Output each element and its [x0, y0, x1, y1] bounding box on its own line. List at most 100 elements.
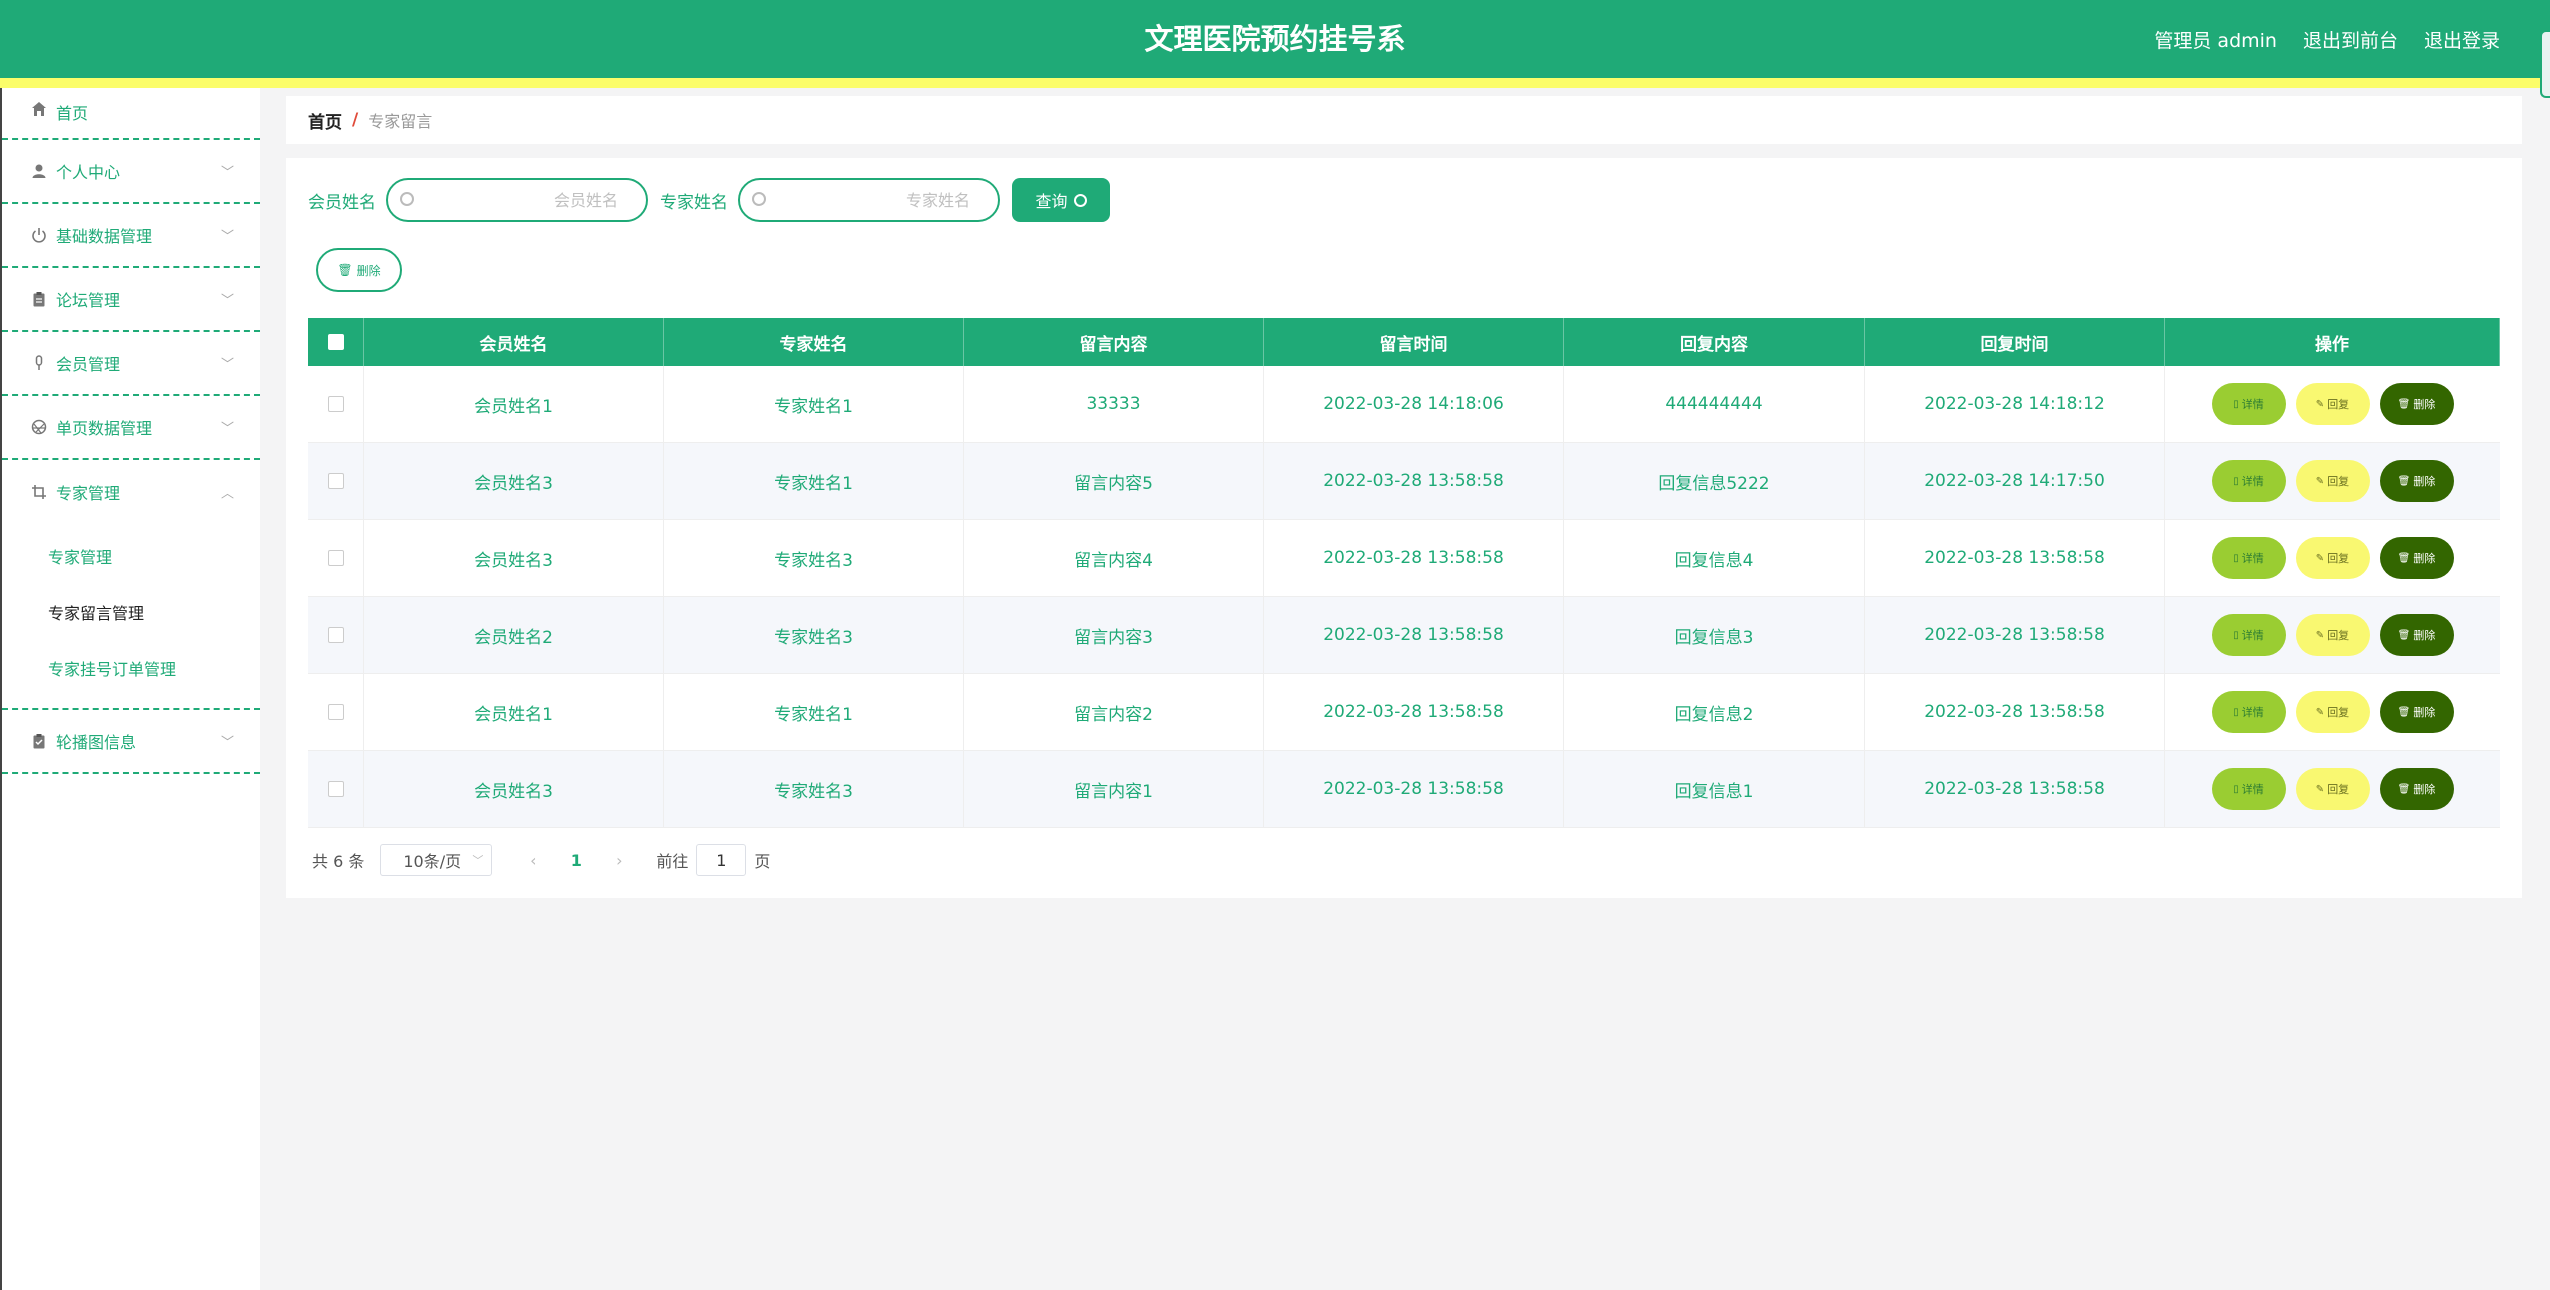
page-number[interactable]: 1 — [548, 851, 604, 870]
goto-suffix: 页 — [754, 852, 771, 871]
sidebar-item-label: 论坛管理 — [56, 291, 121, 310]
submenu-item-expert-messages[interactable]: 专家留言管理 — [2, 586, 260, 642]
search-icon — [400, 192, 414, 206]
sidebar-item-personal-center[interactable]: 个人中心 ﹀ — [2, 140, 260, 204]
delete-button[interactable]: 🗑 删除 — [2379, 383, 2454, 425]
row-select-cell[interactable] — [308, 751, 364, 827]
prev-page-button[interactable]: ‹ — [518, 851, 548, 870]
detail-button[interactable]: ▯ 详情 — [2211, 768, 2286, 810]
details-icon: ▯ — [2233, 783, 2239, 795]
delete-button[interactable]: 🗑 删除 — [2379, 768, 2454, 810]
row-checkbox[interactable] — [327, 396, 344, 412]
table-row: 会员姓名1 专家姓名1 33333 2022-03-28 14:18:06 444444… — [308, 366, 2500, 443]
sidebar-item-carousel[interactable]: 轮播图信息 ﹀ — [2, 710, 260, 774]
table-row: 会员姓名1 专家姓名1 留言内容2 2022-03-28 13:58:58 回复信息2 2… — [308, 674, 2500, 751]
reply-button[interactable]: ✎ 回复 — [2295, 691, 2370, 733]
row-select-cell[interactable] — [308, 520, 364, 596]
sidebar-item-label: 单页数据管理 — [56, 419, 153, 438]
details-icon: ▯ — [2233, 475, 2239, 487]
row-checkbox[interactable] — [327, 550, 344, 566]
chevron-down-icon: ﹀ — [220, 735, 234, 751]
exit-to-front-link[interactable]: 退出到前台 — [2303, 26, 2398, 53]
table-cell: 2022-03-28 13:58:58 — [1865, 751, 2165, 827]
column-header: 留言内容 — [964, 318, 1264, 366]
row-select-cell[interactable] — [308, 674, 364, 750]
delete-button[interactable]: 🗑 删除 — [2379, 691, 2454, 733]
trash-icon: 🗑 — [337, 263, 353, 277]
side-edge-tab[interactable] — [2540, 30, 2550, 98]
delete-button[interactable]: 🗑 删除 — [2379, 537, 2454, 579]
search-icon — [752, 192, 766, 206]
chevron-down-icon: ﹀ — [220, 229, 234, 245]
batch-delete-button[interactable]: 🗑 删除 — [316, 248, 402, 292]
row-checkbox[interactable] — [327, 704, 344, 720]
table-cell: 2022-03-28 13:58:58 — [1865, 520, 2165, 596]
details-icon: ▯ — [2233, 398, 2239, 410]
sidebar-item-experts[interactable]: 专家管理 ︿ — [2, 460, 260, 524]
batch-delete-label: 删除 — [356, 263, 381, 278]
reply-button[interactable]: ✎ 回复 — [2295, 537, 2370, 579]
table-cell: 专家姓名3 — [664, 751, 964, 827]
submenu-item-expert-orders[interactable]: 专家挂号订单管理 — [2, 642, 260, 698]
delete-button[interactable]: 🗑 删除 — [2379, 614, 2454, 656]
sidebar-item-members[interactable]: 会员管理 ﹀ — [2, 332, 260, 396]
sidebar-item-single-page[interactable]: 单页数据管理 ﹀ — [2, 396, 260, 460]
logout-link[interactable]: 退出登录 — [2424, 26, 2500, 53]
row-checkbox[interactable] — [327, 627, 344, 643]
edit-icon: ✎ — [2315, 398, 2325, 410]
table-cell: 留言内容3 — [964, 597, 1264, 673]
header-select-all[interactable] — [308, 318, 364, 366]
submenu-item-expert-management[interactable]: 专家管理 — [2, 530, 260, 586]
reply-button-label: 回复 — [2327, 629, 2350, 642]
crop-icon — [30, 483, 48, 501]
member-name-input[interactable] — [422, 180, 638, 220]
table-cell: 回复信息3 — [1564, 597, 1865, 673]
query-button[interactable]: 查询 — [1012, 178, 1110, 222]
row-select-cell[interactable] — [308, 443, 364, 519]
row-checkbox[interactable] — [327, 473, 344, 489]
detail-button[interactable]: ▯ 详情 — [2211, 537, 2286, 579]
table-cell: 回复信息4 — [1564, 520, 1865, 596]
expert-name-input[interactable] — [774, 180, 990, 220]
table-header: 会员姓名 专家姓名 留言内容 留言时间 回复内容 回复时间 操作 — [308, 318, 2500, 366]
query-button-label: 查询 — [1035, 192, 1068, 211]
sidebar-item-base-data[interactable]: 基础数据管理 ﹀ — [2, 204, 260, 268]
table-cell: 2022-03-28 13:58:58 — [1264, 520, 1564, 596]
reply-button[interactable]: ✎ 回复 — [2295, 768, 2370, 810]
trash-icon: 🗑 — [2397, 475, 2411, 487]
table-cell: 会员姓名3 — [364, 751, 664, 827]
goto-page: 前往 页 — [656, 844, 770, 876]
table-row: 会员姓名3 专家姓名3 留言内容4 2022-03-28 13:58:58 回复信息4 2… — [308, 520, 2500, 597]
detail-button[interactable]: ▯ 详情 — [2211, 691, 2286, 733]
select-all-checkbox[interactable] — [327, 334, 344, 350]
chevron-down-icon: ﹀ — [472, 854, 484, 867]
breadcrumb-home[interactable]: 首页 — [308, 108, 342, 133]
sidebar-item-home[interactable]: 首页 — [2, 88, 260, 140]
table-cell: 留言内容4 — [964, 520, 1264, 596]
breadcrumb-current: 专家留言 — [368, 112, 433, 131]
goto-page-input[interactable] — [696, 844, 747, 876]
detail-button-label: 详情 — [2241, 398, 2264, 411]
detail-button[interactable]: ▯ 详情 — [2211, 460, 2286, 502]
row-select-cell[interactable] — [308, 366, 364, 442]
sidebar-item-forum[interactable]: 论坛管理 ﹀ — [2, 268, 260, 332]
aperture-icon — [30, 418, 48, 436]
table-cell: 444444444 — [1564, 366, 1865, 442]
delete-button[interactable]: 🗑 删除 — [2379, 460, 2454, 502]
details-icon: ▯ — [2233, 706, 2239, 718]
reply-button[interactable]: ✎ 回复 — [2295, 460, 2370, 502]
page-size-select[interactable]: 10条/页 ﹀ — [380, 844, 493, 876]
reply-button[interactable]: ✎ 回复 — [2295, 383, 2370, 425]
delete-button-label: 删除 — [2413, 783, 2436, 796]
user-icon — [30, 162, 48, 180]
reply-button[interactable]: ✎ 回复 — [2295, 614, 2370, 656]
chevron-down-icon: ﹀ — [220, 421, 234, 437]
detail-button[interactable]: ▯ 详情 — [2211, 383, 2286, 425]
row-checkbox[interactable] — [327, 781, 344, 797]
trash-icon: 🗑 — [2397, 629, 2411, 641]
row-select-cell[interactable] — [308, 597, 364, 673]
checklist-icon — [30, 732, 48, 750]
microphone-icon — [30, 354, 48, 372]
detail-button[interactable]: ▯ 详情 — [2211, 614, 2286, 656]
next-page-button[interactable]: › — [604, 851, 634, 870]
